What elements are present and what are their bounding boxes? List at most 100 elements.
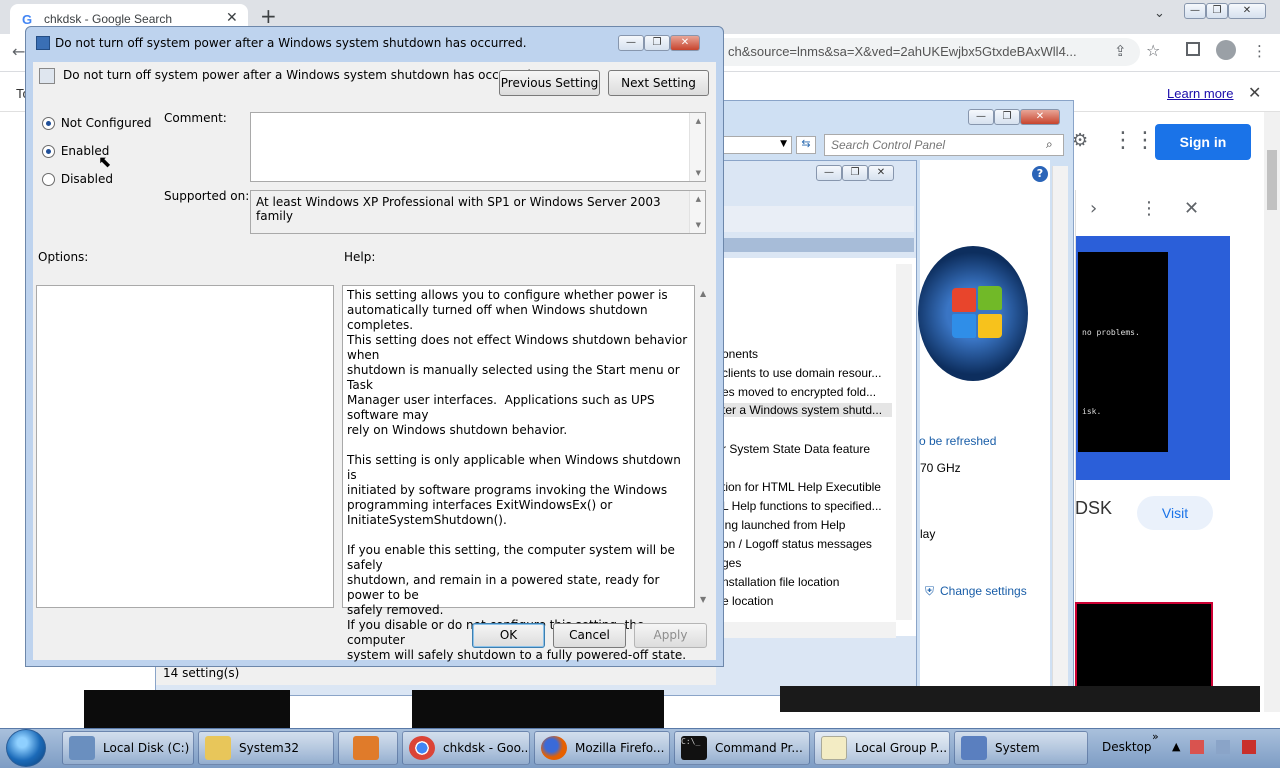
- list-scrollbar[interactable]: [896, 264, 912, 620]
- bookmark-star-icon[interactable]: ☆: [1146, 41, 1160, 60]
- dialog-window-controls: — ❐ ✕: [618, 35, 700, 51]
- side-panel-icon[interactable]: [1186, 42, 1200, 56]
- share-icon[interactable]: ⇪: [1114, 42, 1127, 60]
- taskbar-item-command-prompt[interactable]: C:\_ Command Pr...: [674, 731, 810, 765]
- list-item[interactable]: nstallation file location: [722, 575, 839, 589]
- options-label: Options:: [38, 250, 89, 264]
- maximize-icon[interactable]: ❐: [842, 165, 868, 181]
- chevron-double-icon[interactable]: »: [1152, 730, 1159, 743]
- minimize-icon[interactable]: —: [618, 35, 644, 51]
- list-item[interactable]: ges: [722, 556, 741, 570]
- minimize-icon[interactable]: —: [968, 109, 994, 125]
- gp-window-controls: — ❐ ✕: [816, 165, 894, 181]
- maximize-icon[interactable]: ❐: [1206, 3, 1228, 19]
- visit-button[interactable]: Visit: [1137, 496, 1213, 530]
- list-item[interactable]: tion for HTML Help Executible: [722, 480, 881, 494]
- cp-window-controls: — ❐ ✕: [968, 109, 1060, 125]
- next-setting-button[interactable]: Next Setting: [608, 70, 709, 96]
- list-item[interactable]: clients to use domain resour...: [722, 366, 881, 380]
- chevron-right-icon[interactable]: ›: [1090, 198, 1097, 219]
- radio-indicator[interactable]: [42, 145, 55, 158]
- network-icon[interactable]: [1216, 740, 1230, 754]
- chevron-down-icon[interactable]: ⌄: [1154, 6, 1165, 21]
- list-item-selected[interactable]: ter a Windows system shutd...: [722, 403, 892, 417]
- radio-indicator[interactable]: [42, 117, 55, 130]
- taskbar-item-label: System: [995, 741, 1040, 755]
- sign-in-button[interactable]: Sign in: [1155, 124, 1251, 160]
- taskbar-item-local-disk[interactable]: Local Disk (C:): [62, 731, 194, 765]
- search-input[interactable]: Search Control Panel: [824, 134, 1064, 156]
- comment-field[interactable]: ▲ ▼: [250, 112, 706, 182]
- minimize-icon[interactable]: —: [816, 165, 842, 181]
- list-item[interactable]: es moved to encrypted fold...: [722, 385, 876, 399]
- page-scrollbar-thumb[interactable]: [1267, 150, 1277, 210]
- firefox-icon: [541, 736, 567, 760]
- kebab-menu-icon[interactable]: ⋮: [1252, 42, 1267, 60]
- volume-icon[interactable]: [1242, 740, 1256, 754]
- radio-not-configured[interactable]: Not Configured: [42, 116, 151, 130]
- taskbar-item-firefox[interactable]: Mozilla Firefo...: [534, 731, 670, 765]
- close-icon[interactable]: ✕: [670, 35, 700, 51]
- comment-label: Comment:: [164, 111, 227, 125]
- apply-button[interactable]: Apply: [634, 623, 707, 648]
- minimize-icon[interactable]: —: [1184, 3, 1206, 19]
- list-hscrollbar[interactable]: [720, 622, 896, 638]
- learn-more-link[interactable]: Learn more: [1167, 86, 1233, 101]
- radio-label: Disabled: [60, 172, 113, 186]
- list-item[interactable]: on / Logoff status messages: [722, 537, 872, 551]
- radio-disabled[interactable]: Disabled: [42, 172, 113, 186]
- drive-icon: [69, 736, 95, 760]
- back-arrow-icon[interactable]: ←: [12, 42, 25, 61]
- list-item[interactable]: onents: [722, 347, 758, 361]
- radio-indicator[interactable]: [42, 173, 55, 186]
- scroll-up-icon[interactable]: ▲: [700, 289, 706, 298]
- tray-expand-icon[interactable]: ▲: [1172, 740, 1180, 753]
- help-icon[interactable]: ?: [1032, 166, 1048, 182]
- start-button[interactable]: [6, 729, 46, 767]
- taskbar-item-chrome[interactable]: chkdsk - Goo...: [402, 731, 530, 765]
- window-thumbnail: [84, 690, 290, 728]
- new-tab-button[interactable]: +: [260, 4, 277, 28]
- refresh-icon[interactable]: ⇆: [796, 136, 816, 154]
- maximize-icon[interactable]: ❐: [994, 109, 1020, 125]
- chrome-window-controls: — ❐ ✕: [1184, 2, 1276, 19]
- taskbar-item-group-policy[interactable]: Local Group P...: [814, 731, 950, 765]
- shield-icon: ⛨: [925, 584, 935, 598]
- terminal-screenshot: no problems. isk.: [1078, 252, 1168, 452]
- change-settings-link[interactable]: Change settings: [940, 584, 1027, 598]
- more-vert-icon[interactable]: ⋮: [1140, 198, 1158, 219]
- refresh-link[interactable]: o be refreshed: [919, 434, 996, 448]
- help-pane: This setting allows you to configure whe…: [342, 285, 695, 662]
- list-item[interactable]: L Help functions to specified...: [722, 499, 882, 513]
- taskbar-item-media-player[interactable]: [338, 731, 398, 765]
- close-icon[interactable]: ✕: [1228, 3, 1266, 19]
- list-item[interactable]: e location: [722, 594, 773, 608]
- taskbar-item-label: Command Pr...: [715, 741, 803, 755]
- google-icon: G: [22, 12, 33, 27]
- taskbar-item-system[interactable]: System: [954, 731, 1088, 765]
- list-item[interactable]: r System State Data feature: [722, 442, 870, 456]
- taskbar-item-system32[interactable]: System32: [198, 731, 334, 765]
- desktop-toolbar[interactable]: Desktop: [1102, 740, 1152, 754]
- help-scrollbar[interactable]: ▲ ▼: [697, 285, 711, 608]
- options-pane: [36, 285, 334, 608]
- previous-setting-button[interactable]: Previous Setting: [499, 70, 600, 96]
- action-center-icon[interactable]: [1190, 740, 1204, 754]
- list-item[interactable]: ing launched from Help: [722, 518, 845, 532]
- close-panel-icon[interactable]: ✕: [1184, 198, 1199, 219]
- settings-gear-icon[interactable]: ⚙: [1072, 130, 1088, 151]
- ok-button[interactable]: OK: [472, 623, 545, 648]
- cmd-icon: C:\_: [681, 736, 707, 760]
- close-infobar-icon[interactable]: ✕: [1248, 83, 1261, 102]
- close-icon[interactable]: ✕: [868, 165, 894, 181]
- apps-grid-icon[interactable]: ⋮⋮: [1112, 128, 1156, 153]
- cancel-button[interactable]: Cancel: [553, 623, 626, 648]
- display-text: lay: [920, 527, 936, 541]
- cp-scrollbar[interactable]: [1052, 166, 1068, 692]
- close-icon[interactable]: ✕: [1020, 109, 1060, 125]
- address-dropdown[interactable]: ▼: [720, 136, 792, 154]
- close-tab-icon[interactable]: ✕: [226, 10, 238, 26]
- profile-icon[interactable]: [1216, 40, 1236, 60]
- maximize-icon[interactable]: ❐: [644, 35, 670, 51]
- scroll-down-icon[interactable]: ▼: [700, 595, 706, 604]
